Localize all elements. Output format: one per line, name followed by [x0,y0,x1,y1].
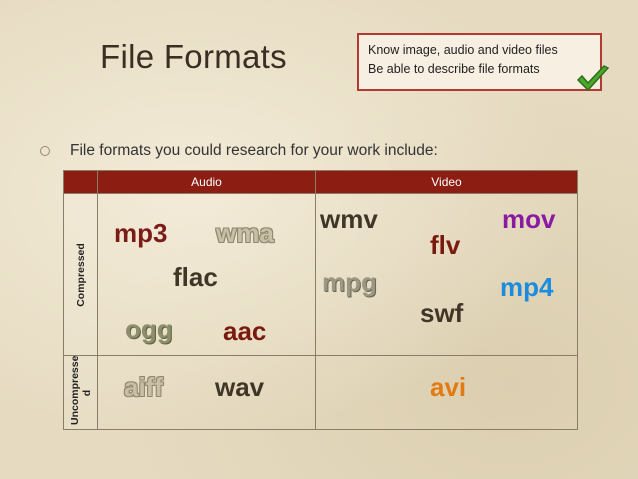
format-avi: avi [430,372,467,402]
format-ogg: ogg [125,314,173,344]
compressed-audio-cell: mp3 wma flac ogg aac [97,193,316,356]
bullet-text: File formats you could research for your… [70,142,438,159]
format-aac: aac [223,316,267,346]
objective-line: Be able to describe file formats [368,62,540,76]
row-label-uncompressed: Uncompresse d [63,355,98,430]
header-blank [63,170,98,194]
format-flv: flv [430,230,461,260]
header-audio: Audio [97,170,316,194]
format-wav: wav [215,372,265,402]
format-aiff: aiff [124,372,163,402]
row-label-compressed: Compressed [63,193,98,356]
objectives-box: Know image, audio and video files Be abl… [357,33,602,91]
uncompressed-audio-cell: aiff wav [97,355,316,430]
compressed-video-cell: wmv flv mov mpg swf mp4 [315,193,578,356]
format-mp4: mp4 [500,272,554,302]
format-mov: mov [502,204,556,234]
checkmark-icon [576,65,610,92]
bullet-item: File formats you could research for your… [40,142,438,160]
objective-line: Know image, audio and video files [368,43,558,57]
format-wmv: wmv [320,204,378,234]
uncompressed-video-cell: avi [315,355,578,430]
header-video: Video [315,170,578,194]
page-title: File Formats [100,38,287,75]
slide: File Formats Know image, audio and video… [0,0,638,479]
format-mpg: mpg [322,267,377,297]
bullet-circle-icon [40,145,50,156]
format-swf: swf [420,298,464,328]
file-format-table: Audio Video Compressed mp3 wma flac ogg … [63,170,578,430]
format-wma: wma [216,218,274,248]
format-flac: flac [173,262,218,292]
format-mp3: mp3 [114,218,168,248]
